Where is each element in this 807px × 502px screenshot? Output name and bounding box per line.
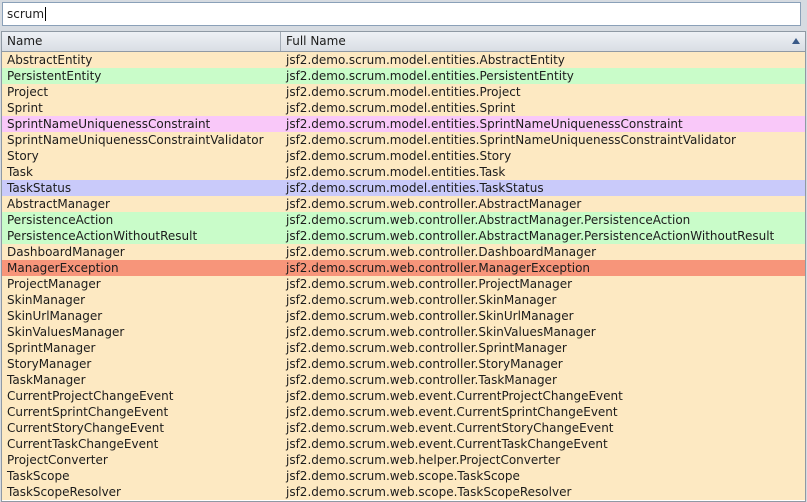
cell-name: TaskScopeResolver bbox=[7, 485, 121, 499]
table-row[interactable]: CurrentSprintChangeEvent jsf2.demo.scrum.… bbox=[2, 404, 805, 420]
table-row[interactable]: ProjectManager jsf2.demo.scrum.web.contro… bbox=[2, 276, 805, 292]
table-row[interactable]: CurrentTaskChangeEvent jsf2.demo.scrum.we… bbox=[2, 436, 805, 452]
column-header-name-label: Name bbox=[7, 34, 43, 48]
table-row[interactable]: Project jsf2.demo.scrum.model.entities.Pr… bbox=[2, 84, 805, 100]
table-row[interactable]: SprintNameUniquenessConstraint jsf2.demo.… bbox=[2, 116, 805, 132]
table-row[interactable]: StoryManager jsf2.demo.scrum.web.controll… bbox=[2, 356, 805, 372]
cell-full-name: jsf2.demo.scrum.web.controller.SkinValue… bbox=[286, 325, 596, 339]
table-row[interactable]: DashboardManager jsf2.demo.scrum.web.cont… bbox=[2, 244, 805, 260]
cell-full-name: jsf2.demo.scrum.web.controller.ProjectMa… bbox=[286, 277, 573, 291]
table-row[interactable]: SkinValuesManager jsf2.demo.scrum.web.con… bbox=[2, 324, 805, 340]
text-caret bbox=[45, 7, 47, 21]
cell-name: StoryManager bbox=[7, 357, 92, 371]
cell-name: SkinValuesManager bbox=[7, 325, 125, 339]
cell-name: PersistenceActionWithoutResult bbox=[7, 229, 198, 243]
cell-full-name: jsf2.demo.scrum.model.entities.Sprint bbox=[286, 101, 516, 115]
table-row[interactable]: Sprint jsf2.demo.scrum.model.entities.Spr… bbox=[2, 100, 805, 116]
cell-full-name: jsf2.demo.scrum.web.scope.TaskScopeResol… bbox=[286, 485, 572, 499]
table-row[interactable]: Story jsf2.demo.scrum.model.entities.Stor… bbox=[2, 148, 805, 164]
cell-name: PersistentEntity bbox=[7, 69, 102, 83]
cell-full-name: jsf2.demo.scrum.web.event.CurrentStoryCh… bbox=[286, 421, 614, 435]
table-row[interactable]: PersistentEntity jsf2.demo.scrum.model.en… bbox=[2, 68, 805, 84]
table-header: Name Full Name bbox=[2, 32, 805, 52]
cell-name: ProjectManager bbox=[7, 277, 101, 291]
cell-name: CurrentProjectChangeEvent bbox=[7, 389, 174, 403]
table-row[interactable]: SkinUrlManager jsf2.demo.scrum.web.contro… bbox=[2, 308, 805, 324]
column-header-name[interactable]: Name bbox=[2, 32, 281, 51]
cell-name: AbstractEntity bbox=[7, 53, 93, 67]
cell-full-name: jsf2.demo.scrum.web.controller.SkinUrlMa… bbox=[286, 309, 574, 323]
results-table: Name Full Name AbstractEntity jsf2.demo.s… bbox=[1, 31, 806, 502]
cell-name: Task bbox=[7, 165, 33, 179]
cell-full-name: jsf2.demo.scrum.web.controller.AbstractM… bbox=[286, 213, 691, 227]
cell-full-name: jsf2.demo.scrum.web.controller.StoryMana… bbox=[286, 357, 563, 371]
column-header-full-name[interactable]: Full Name bbox=[281, 32, 805, 51]
table-row[interactable]: PersistenceAction jsf2.demo.scrum.web.con… bbox=[2, 212, 805, 228]
column-header-full-name-label: Full Name bbox=[286, 34, 346, 48]
cell-name: CurrentTaskChangeEvent bbox=[7, 437, 159, 451]
sort-ascending-icon bbox=[792, 38, 800, 44]
cell-name: Project bbox=[7, 85, 49, 99]
cell-full-name: jsf2.demo.scrum.web.controller.Dashboard… bbox=[286, 245, 597, 259]
cell-name: SprintNameUniquenessConstraintValidator bbox=[7, 133, 264, 147]
cell-full-name: jsf2.demo.scrum.model.entities.TaskStatu… bbox=[286, 181, 544, 195]
cell-full-name: jsf2.demo.scrum.web.controller.TaskManag… bbox=[286, 373, 557, 387]
table-row[interactable]: CurrentProjectChangeEvent jsf2.demo.scrum… bbox=[2, 388, 805, 404]
table-row[interactable]: SkinManager jsf2.demo.scrum.web.controlle… bbox=[2, 292, 805, 308]
cell-full-name: jsf2.demo.scrum.web.event.CurrentSprintC… bbox=[286, 405, 618, 419]
cell-full-name: jsf2.demo.scrum.web.controller.AbstractM… bbox=[286, 229, 775, 243]
cell-name: Sprint bbox=[7, 101, 43, 115]
cell-full-name: jsf2.demo.scrum.model.entities.AbstractE… bbox=[286, 53, 565, 67]
table-row[interactable]: TaskStatus jsf2.demo.scrum.model.entities… bbox=[2, 180, 805, 196]
cell-full-name: jsf2.demo.scrum.web.helper.ProjectConver… bbox=[286, 453, 561, 467]
cell-name: PersistenceAction bbox=[7, 213, 114, 227]
table-row[interactable]: PersistenceActionWithoutResult jsf2.demo.… bbox=[2, 228, 805, 244]
table-row[interactable]: AbstractManager jsf2.demo.scrum.web.contr… bbox=[2, 196, 805, 212]
cell-name: DashboardManager bbox=[7, 245, 125, 259]
cell-name: TaskStatus bbox=[7, 181, 72, 195]
table-row[interactable]: ProjectConverter jsf2.demo.scrum.web.help… bbox=[2, 452, 805, 468]
table-row[interactable]: TaskManager jsf2.demo.scrum.web.controlle… bbox=[2, 372, 805, 388]
cell-full-name: jsf2.demo.scrum.model.entities.Project bbox=[286, 85, 521, 99]
cell-name: SprintNameUniquenessConstraint bbox=[7, 117, 211, 131]
cell-name: ManagerException bbox=[7, 261, 119, 275]
table-row[interactable]: TaskScopeResolver jsf2.demo.scrum.web.sco… bbox=[2, 484, 805, 500]
cell-name: ProjectConverter bbox=[7, 453, 108, 467]
search-input-value: scrum bbox=[7, 7, 45, 21]
cell-name: TaskScope bbox=[7, 469, 70, 483]
cell-name: AbstractManager bbox=[7, 197, 110, 211]
table-row[interactable]: TaskScope jsf2.demo.scrum.web.scope.TaskS… bbox=[2, 468, 805, 484]
cell-full-name: jsf2.demo.scrum.web.controller.ManagerEx… bbox=[286, 261, 591, 275]
cell-full-name: jsf2.demo.scrum.model.entities.Persisten… bbox=[286, 69, 574, 83]
table-body: AbstractEntity jsf2.demo.scrum.model.enti… bbox=[2, 52, 805, 500]
cell-full-name: jsf2.demo.scrum.web.controller.SkinManag… bbox=[286, 293, 557, 307]
cell-full-name: jsf2.demo.scrum.web.controller.SprintMan… bbox=[286, 341, 567, 355]
table-row[interactable]: AbstractEntity jsf2.demo.scrum.model.enti… bbox=[2, 52, 805, 68]
cell-full-name: jsf2.demo.scrum.model.entities.Task bbox=[286, 165, 506, 179]
cell-full-name: jsf2.demo.scrum.model.entities.Story bbox=[286, 149, 512, 163]
cell-full-name: jsf2.demo.scrum.web.scope.TaskScope bbox=[286, 469, 520, 483]
table-row[interactable]: ManagerException jsf2.demo.scrum.web.cont… bbox=[2, 260, 805, 276]
cell-full-name: jsf2.demo.scrum.web.controller.AbstractM… bbox=[286, 197, 582, 211]
search-input[interactable]: scrum bbox=[2, 2, 801, 26]
cell-full-name: jsf2.demo.scrum.model.entities.SprintNam… bbox=[286, 133, 736, 147]
cell-name: SprintManager bbox=[7, 341, 96, 355]
cell-name: CurrentSprintChangeEvent bbox=[7, 405, 169, 419]
cell-name: TaskManager bbox=[7, 373, 86, 387]
table-row[interactable]: SprintManager jsf2.demo.scrum.web.control… bbox=[2, 340, 805, 356]
cell-name: SkinUrlManager bbox=[7, 309, 103, 323]
table-row[interactable]: CurrentStoryChangeEvent jsf2.demo.scrum.w… bbox=[2, 420, 805, 436]
cell-full-name: jsf2.demo.scrum.web.event.CurrentProject… bbox=[286, 389, 623, 403]
cell-name: CurrentStoryChangeEvent bbox=[7, 421, 165, 435]
cell-name: SkinManager bbox=[7, 293, 86, 307]
table-row[interactable]: Task jsf2.demo.scrum.model.entities.Task bbox=[2, 164, 805, 180]
cell-name: Story bbox=[7, 149, 39, 163]
cell-full-name: jsf2.demo.scrum.model.entities.SprintNam… bbox=[286, 117, 683, 131]
table-row[interactable]: SprintNameUniquenessConstraintValidator j… bbox=[2, 132, 805, 148]
search-bar: scrum bbox=[0, 0, 807, 30]
cell-full-name: jsf2.demo.scrum.web.event.CurrentTaskCha… bbox=[286, 437, 608, 451]
